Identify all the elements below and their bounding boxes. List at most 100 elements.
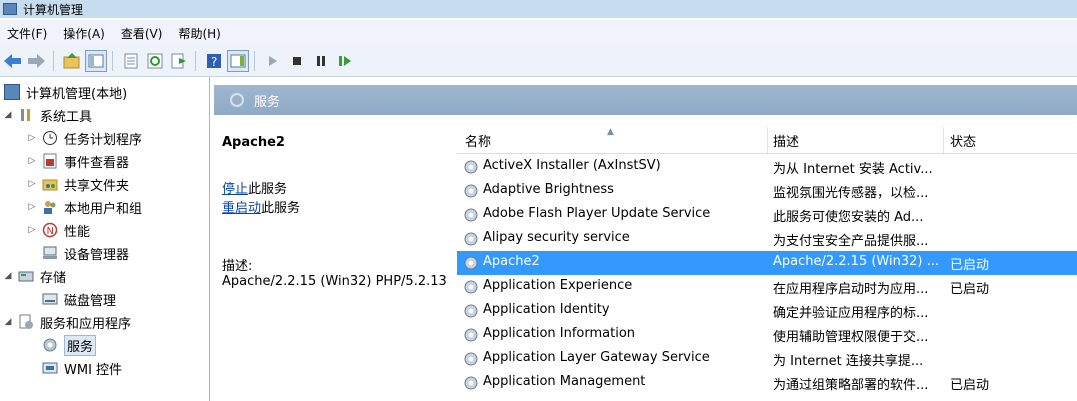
tree-node-task-scheduler[interactable]: ▷ 任务计划程序 xyxy=(26,127,142,149)
title-bar: 计算机管理 xyxy=(0,0,1077,18)
tools-icon xyxy=(18,107,34,123)
services-list: ▲ 名称 描述 状态 ActiveX Installer (AxInstSV) 为… xyxy=(457,117,1077,401)
show-hide-tree-icon[interactable] xyxy=(85,50,107,72)
panel-title: 服务 xyxy=(254,94,281,110)
menu-file[interactable]: 文件(F) xyxy=(7,25,47,42)
expand-icon[interactable]: ▷ xyxy=(26,179,38,189)
toolbar-separator xyxy=(112,51,113,71)
collapse-icon[interactable]: ◢ xyxy=(2,271,14,281)
up-folder-icon[interactable] xyxy=(61,50,83,72)
service-description: 此服务可使您安装的 Ad... xyxy=(773,210,924,225)
expand-icon[interactable]: ▷ xyxy=(26,156,38,166)
collapse-icon[interactable]: ◢ xyxy=(2,317,14,327)
tree-node-local-users[interactable]: ▷ 本地用户和组 xyxy=(26,196,142,218)
table-row[interactable]: ActiveX Installer (AxInstSV) 为从 Internet … xyxy=(457,155,1077,179)
tree-node-root[interactable]: 计算机管理(本地) xyxy=(4,81,127,103)
description-value: Apache/2.2.15 (Win32) PHP/5.2.13 xyxy=(222,274,447,289)
selected-service-name: Apache2 xyxy=(222,135,285,150)
table-row[interactable]: Adaptive Brightness 监视氛围光传感器，以检... xyxy=(457,179,1077,203)
menu-help[interactable]: 帮助(H) xyxy=(178,25,220,42)
service-name: Alipay security service xyxy=(483,230,630,245)
column-divider[interactable] xyxy=(943,127,944,153)
table-row[interactable]: Alipay security service 为支付宝安全产品提供服... xyxy=(457,227,1077,251)
menu-view[interactable]: 查看(V) xyxy=(121,25,163,42)
table-row[interactable]: Application Experience 在应用程序启动时为应用... 已启动 xyxy=(457,275,1077,299)
gear-icon xyxy=(464,232,478,246)
refresh-icon[interactable] xyxy=(144,50,166,72)
tree-node-performance[interactable]: ▷ N 性能 xyxy=(26,219,90,241)
toolbar-separator xyxy=(254,51,255,71)
expand-icon[interactable]: ▷ xyxy=(26,202,38,212)
table-row[interactable]: Application Layer Gateway Service 为 Inter… xyxy=(457,347,1077,371)
svg-text:N: N xyxy=(47,226,54,237)
service-description: 使用辅助管理权限便于交... xyxy=(773,330,929,345)
navigation-tree: 计算机管理(本地) ◢ 系统工具 ▷ 任务计划程序 ▷ 事件查看器 ▷ 共享文件… xyxy=(0,77,210,401)
computer-management-icon xyxy=(4,84,20,100)
back-arrow-icon[interactable] xyxy=(2,50,24,72)
gear-icon xyxy=(42,337,58,353)
table-row[interactable]: Application Information 使用辅助管理权限便于交... xyxy=(457,323,1077,347)
tree-node-storage[interactable]: ◢ 存储 xyxy=(2,265,66,287)
tree-node-services[interactable]: 服务 xyxy=(42,334,97,356)
storage-icon xyxy=(18,268,34,284)
menu-bar: 文件(F) 操作(A) 查看(V) 帮助(H) xyxy=(0,20,1077,46)
stop-link[interactable]: 停止 xyxy=(222,182,248,197)
stop-icon[interactable] xyxy=(286,50,308,72)
table-row[interactable]: Application Management 为通过组策略部署的软件... 已启动 xyxy=(457,371,1077,395)
service-name: Application Layer Gateway Service xyxy=(483,350,710,365)
gear-icon xyxy=(464,304,478,318)
forward-arrow-icon[interactable] xyxy=(26,50,48,72)
svg-text:?: ? xyxy=(211,55,217,69)
gear-icon xyxy=(464,328,478,342)
service-description: Apache/2.2.15 (Win32) ... xyxy=(773,254,939,269)
table-row[interactable]: Apache2 Apache/2.2.15 (Win32) ... 已启动 xyxy=(457,251,1077,275)
tree-node-event-viewer[interactable]: ▷ 事件查看器 xyxy=(26,150,129,172)
table-row[interactable]: Adobe Flash Player Update Service 此服务可使您安… xyxy=(457,203,1077,227)
service-description: 为 Internet 连接共享提... xyxy=(773,354,924,369)
table-row[interactable]: Application Identity 确定并验证应用程序的标... xyxy=(457,299,1077,323)
services-apps-icon xyxy=(18,314,34,330)
service-description: 为通过组策略部署的软件... xyxy=(773,378,929,393)
gear-icon xyxy=(464,160,478,174)
pause-icon[interactable] xyxy=(310,50,332,72)
wmi-icon xyxy=(42,360,58,376)
service-status: 已启动 xyxy=(950,378,990,393)
service-description: 为从 Internet 安装 Activ... xyxy=(773,162,933,177)
tree-node-services-apps[interactable]: ◢ 服务和应用程序 xyxy=(2,311,131,333)
export-icon[interactable] xyxy=(168,50,190,72)
tree-node-disk-management[interactable]: 磁盘管理 xyxy=(42,288,116,310)
gear-icon xyxy=(464,256,478,270)
search-icon xyxy=(230,93,244,107)
help-icon[interactable]: ? xyxy=(203,50,225,72)
description-label: 描述: xyxy=(222,259,253,274)
stop-service-action: 停止此服务 xyxy=(222,182,288,197)
service-name: Application Experience xyxy=(483,278,633,293)
column-header-name[interactable]: 名称 xyxy=(465,127,765,153)
collapse-icon[interactable]: ◢ xyxy=(2,110,14,120)
shared-folder-icon xyxy=(42,176,58,192)
performance-icon: N xyxy=(42,222,58,238)
column-header-description[interactable]: 描述 xyxy=(773,127,943,153)
gear-icon xyxy=(464,280,478,294)
window-title: 计算机管理 xyxy=(23,2,84,17)
toolbar-separator xyxy=(53,51,54,71)
menu-action[interactable]: 操作(A) xyxy=(63,25,105,42)
tree-node-device-manager[interactable]: 设备管理器 xyxy=(42,242,129,264)
properties-icon[interactable] xyxy=(120,50,142,72)
expand-icon[interactable]: ▷ xyxy=(26,133,38,143)
restart-service-action: 重启动此服务 xyxy=(222,201,301,216)
expand-icon[interactable]: ▷ xyxy=(26,225,38,235)
restart-link[interactable]: 重启动 xyxy=(222,201,261,216)
device-manager-icon xyxy=(42,245,58,261)
users-icon xyxy=(42,199,58,215)
tree-node-system-tools[interactable]: ◢ 系统工具 xyxy=(2,104,92,126)
column-divider[interactable] xyxy=(767,127,768,153)
column-header-status[interactable]: 状态 xyxy=(950,127,1070,153)
start-icon[interactable] xyxy=(262,50,284,72)
tree-node-shared-folders[interactable]: ▷ 共享文件夹 xyxy=(26,173,129,195)
console-icon[interactable] xyxy=(227,50,249,72)
restart-icon[interactable] xyxy=(334,50,356,72)
tree-node-wmi[interactable]: WMI 控件 xyxy=(42,357,122,379)
panel-header: 服务 xyxy=(214,85,1077,115)
computer-management-icon xyxy=(3,3,17,15)
